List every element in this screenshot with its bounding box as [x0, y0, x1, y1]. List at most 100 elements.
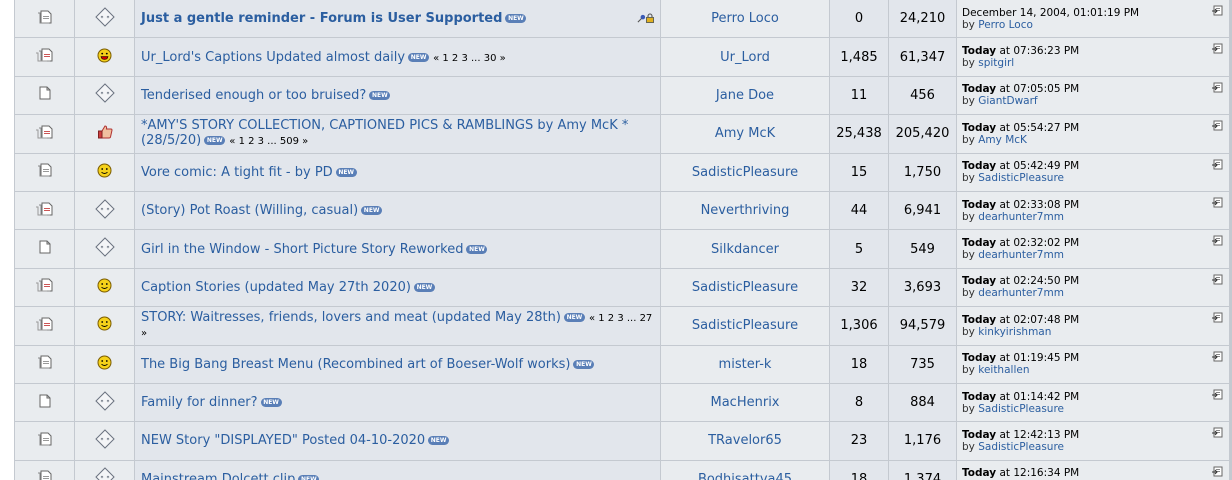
page-links[interactable]: « 1 2 3 ... 30 »: [433, 53, 506, 64]
last-poster-link[interactable]: SadisticPleasure: [978, 172, 1064, 184]
new-badge[interactable]: NEW: [298, 474, 320, 480]
topic-subject-link[interactable]: Mainstream Dolcett clip: [141, 472, 295, 480]
go-to-last-post-icon[interactable]: [1211, 5, 1225, 17]
go-to-last-post-icon[interactable]: [1211, 274, 1225, 286]
starter-cell: Bodhisattva45: [661, 460, 829, 480]
message-icon-cell: [75, 460, 134, 480]
diamond-xx-icon: [94, 467, 115, 480]
last-poster-link[interactable]: spitgirl: [978, 57, 1014, 69]
very-hot-topic-icon: [35, 202, 54, 220]
topic-subject-link[interactable]: NEW Story "DISPLAYED" Posted 04-10-2020: [141, 433, 425, 448]
go-to-last-post-icon[interactable]: [1211, 235, 1225, 247]
topic-starter-link[interactable]: TRavelor65: [708, 433, 782, 448]
new-badge[interactable]: NEW: [260, 398, 282, 408]
by-label: by: [962, 210, 975, 223]
topic-starter-link[interactable]: SadisticPleasure: [692, 280, 798, 295]
pin-icon: [637, 12, 646, 27]
last-poster-link[interactable]: Amy McK: [978, 134, 1027, 146]
last-post-day: Today: [962, 45, 997, 58]
last-post-time: at 01:14:42 PM: [996, 390, 1080, 403]
topic-starter-link[interactable]: Neverthriving: [701, 203, 790, 218]
go-to-last-post-icon[interactable]: [1211, 427, 1225, 439]
topic-starter-link[interactable]: MacHenrix: [711, 395, 780, 410]
topic-subject-link[interactable]: Tenderised enough or too bruised?: [141, 88, 366, 103]
topic-starter-link[interactable]: Ur_Lord: [720, 50, 770, 65]
new-badge[interactable]: NEW: [369, 90, 391, 100]
topic-subject-link[interactable]: Just a gentle reminder - Forum is User S…: [141, 11, 502, 26]
starter-cell: mister-k: [661, 345, 829, 383]
last-post-day: Today: [962, 275, 997, 288]
status-cell: [15, 460, 74, 480]
topic-starter-link[interactable]: Bodhisattva45: [698, 472, 792, 480]
topic-starter-link[interactable]: Perro Loco: [711, 11, 779, 26]
by-label: by: [962, 172, 975, 185]
last-poster-link[interactable]: keithallen: [978, 364, 1029, 376]
topic-starter-link[interactable]: Amy McK: [715, 126, 775, 141]
hot-topic-icon: [37, 10, 53, 28]
status-cell: [15, 268, 74, 307]
new-badge[interactable]: NEW: [563, 313, 585, 323]
new-badge[interactable]: NEW: [335, 167, 357, 177]
table-row: Caption Stories (updated May 27th 2020) N…: [15, 268, 1229, 307]
lock-icon: [646, 12, 654, 27]
last-poster-link[interactable]: GiantDwarf: [978, 95, 1037, 107]
topic-subject-link[interactable]: Ur_Lord's Captions Updated almost daily: [141, 50, 405, 65]
last-poster-link[interactable]: SadisticPleasure: [978, 403, 1064, 415]
last-poster-link[interactable]: Perro Loco: [978, 19, 1033, 31]
go-to-last-post-icon[interactable]: [1211, 159, 1225, 171]
topic-starter-link[interactable]: SadisticPleasure: [692, 165, 798, 180]
last-poster-link[interactable]: kinkyirishman: [978, 326, 1051, 338]
last-poster-link[interactable]: dearhunter7mm: [978, 211, 1064, 223]
replies-count: 25,438: [830, 115, 888, 153]
new-badge[interactable]: NEW: [204, 136, 226, 146]
message-icon-cell: [75, 268, 134, 307]
go-to-last-post-icon[interactable]: [1211, 82, 1225, 94]
new-badge[interactable]: NEW: [573, 359, 595, 369]
topic-subject-link[interactable]: (Story) Pot Roast (Willing, casual): [141, 203, 358, 218]
topic-subject-link[interactable]: STORY: Waitresses, friends, lovers and m…: [141, 310, 561, 325]
last-poster-link[interactable]: dearhunter7mm: [978, 287, 1064, 299]
last-post-date: Today at 07:05:05 PM: [962, 83, 1229, 95]
go-to-last-post-icon[interactable]: [1211, 43, 1225, 55]
new-badge[interactable]: NEW: [428, 436, 450, 446]
topic-list: Just a gentle reminder - Forum is User S…: [14, 0, 1232, 480]
diamond-xx-icon: [94, 83, 115, 107]
new-badge[interactable]: NEW: [361, 206, 383, 216]
topic-subject-link[interactable]: Girl in the Window - Short Picture Story…: [141, 242, 463, 257]
last-post-cell: Today at 12:42:13 PM by SadisticPleasure: [957, 422, 1229, 460]
topic-subject-link[interactable]: Caption Stories (updated May 27th 2020): [141, 280, 411, 295]
replies-count: 32: [830, 268, 888, 307]
topic-starter-link[interactable]: Silkdancer: [711, 242, 779, 257]
topic-subject-link[interactable]: The Big Bang Breast Menu (Recombined art…: [141, 357, 570, 372]
page-links[interactable]: « 1 2 3 ... 509 »: [229, 136, 308, 147]
go-to-last-post-icon[interactable]: [1211, 466, 1225, 478]
last-post-time: at 01:19:45 PM: [996, 352, 1080, 365]
topic-subject-link[interactable]: Vore comic: A tight fit - by PD: [141, 165, 333, 180]
last-post-day: Today: [962, 237, 997, 250]
go-to-last-post-icon[interactable]: [1211, 312, 1225, 324]
topic-starter-link[interactable]: Jane Doe: [716, 88, 774, 103]
diamond-xx-icon: [94, 390, 115, 415]
subject-cell: STORY: Waitresses, friends, lovers and m…: [135, 307, 660, 345]
go-to-last-post-icon[interactable]: [1211, 351, 1225, 363]
go-to-last-post-icon[interactable]: [1211, 197, 1225, 209]
by-label: by: [962, 57, 975, 70]
last-post-by: by GiantDwarf: [962, 95, 1229, 107]
message-icon-cell: [75, 422, 134, 460]
last-poster-link[interactable]: SadisticPleasure: [978, 441, 1064, 453]
new-badge[interactable]: NEW: [408, 52, 430, 62]
topic-subject-link[interactable]: Family for dinner?: [141, 395, 258, 410]
new-badge[interactable]: NEW: [466, 244, 488, 254]
go-to-last-post-icon[interactable]: [1211, 120, 1225, 132]
last-poster-link[interactable]: dearhunter7mm: [978, 249, 1064, 261]
new-badge[interactable]: NEW: [505, 13, 527, 23]
go-to-last-post-icon[interactable]: [1211, 389, 1225, 401]
replies-count: 18: [830, 460, 888, 480]
views-count: 735: [889, 345, 956, 383]
last-post-date: Today at 02:33:08 PM: [962, 199, 1229, 211]
table-row: NEW Story "DISPLAYED" Posted 04-10-2020 N…: [15, 422, 1229, 460]
table-row: (Story) Pot Roast (Willing, casual) NEW N…: [15, 191, 1229, 230]
new-badge[interactable]: NEW: [413, 282, 435, 292]
topic-starter-link[interactable]: mister-k: [719, 357, 772, 372]
topic-starter-link[interactable]: SadisticPleasure: [692, 318, 798, 333]
